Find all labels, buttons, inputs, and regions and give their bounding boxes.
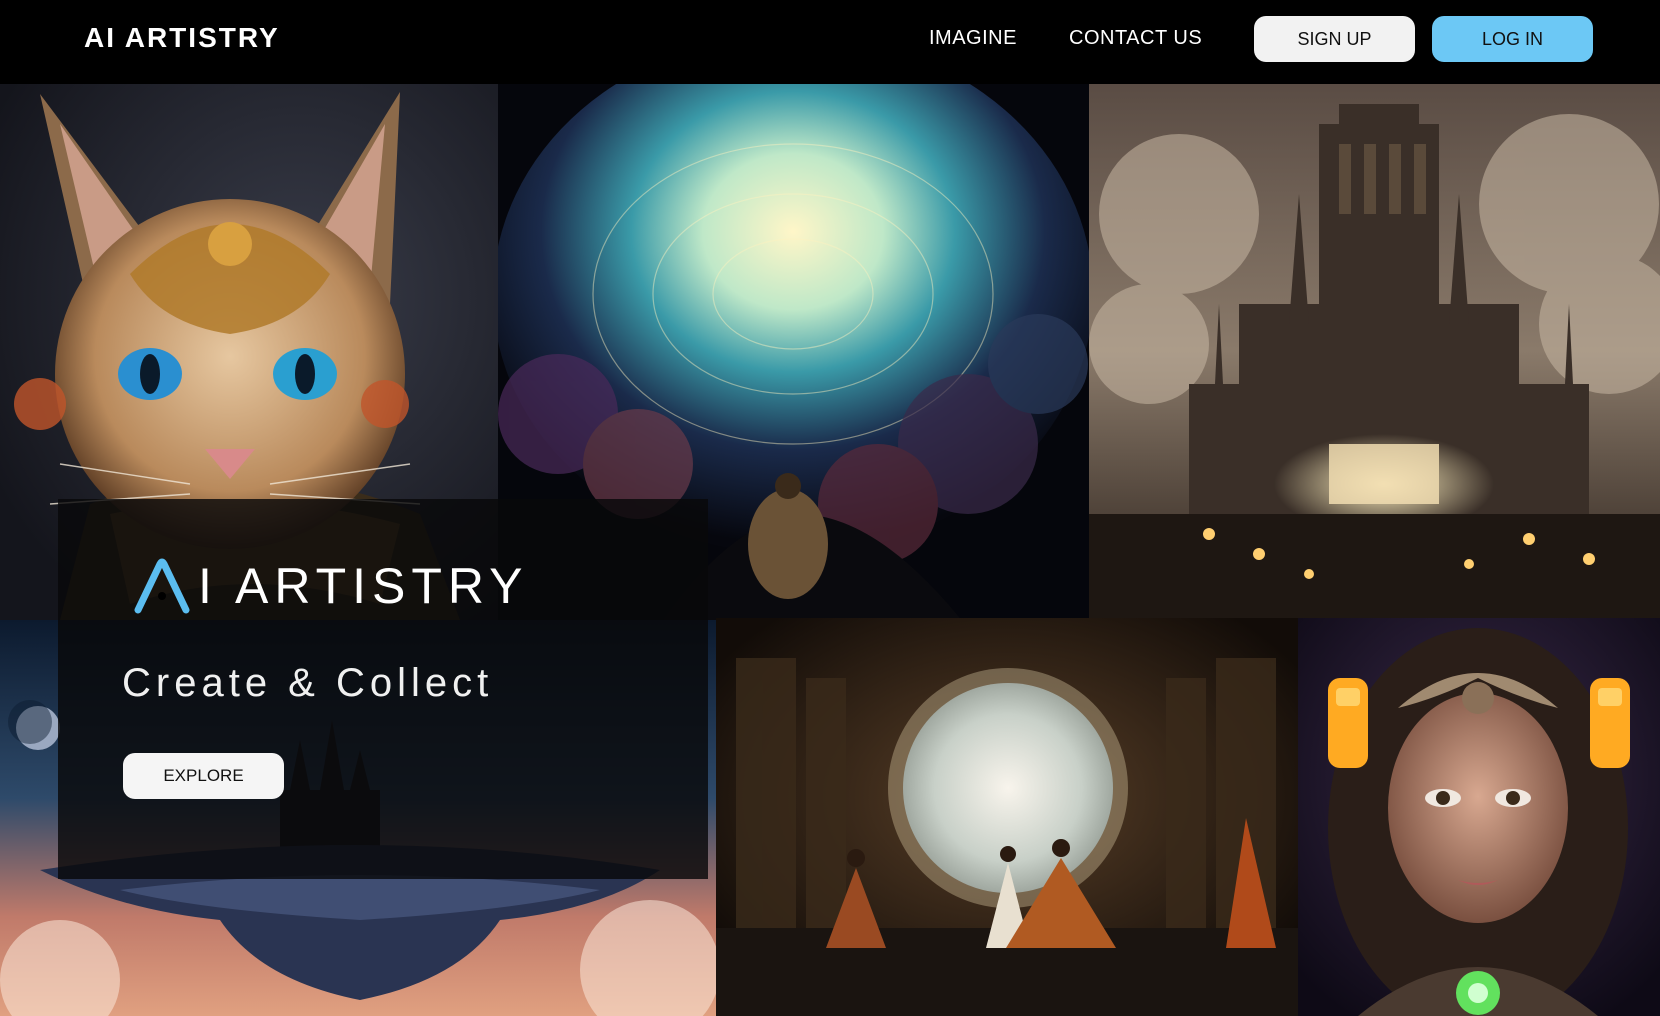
brand-logo-text[interactable]: AI ARTISTRY bbox=[84, 22, 280, 54]
ai-logo-mark-icon bbox=[134, 558, 190, 614]
explore-button[interactable]: EXPLORE bbox=[123, 753, 284, 799]
hero-logo: I ARTISTRY bbox=[134, 557, 528, 615]
gallery-image-cathedral[interactable] bbox=[1089, 84, 1660, 618]
sign-up-button[interactable]: SIGN UP bbox=[1254, 16, 1415, 62]
top-navbar: AI ARTISTRY IMAGINE CONTACT US SIGN UP L… bbox=[0, 0, 1660, 84]
log-in-button[interactable]: LOG IN bbox=[1432, 16, 1593, 62]
hero-tagline: Create & Collect bbox=[122, 661, 494, 705]
hero-panel: I ARTISTRY Create & Collect EXPLORE bbox=[58, 499, 708, 879]
gallery-image-portal-ballroom[interactable] bbox=[716, 618, 1298, 1016]
nav-link-contact-us[interactable]: CONTACT US bbox=[1069, 27, 1202, 50]
nav-link-imagine[interactable]: IMAGINE bbox=[929, 27, 1017, 50]
hero-logo-text: I ARTISTRY bbox=[198, 558, 529, 614]
gallery-image-cyborg-girl[interactable] bbox=[1298, 618, 1660, 1016]
